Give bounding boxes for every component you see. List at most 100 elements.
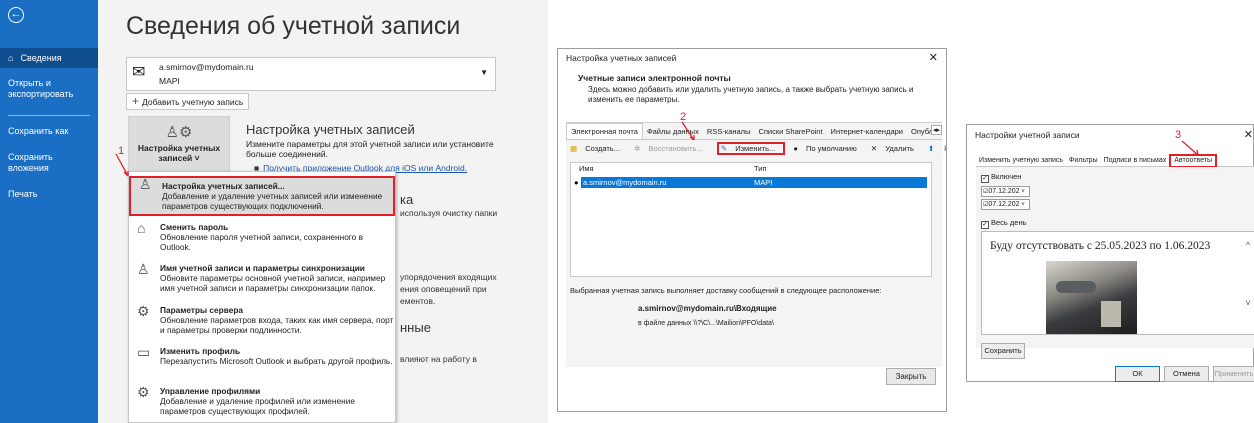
tab-sharepoint[interactable]: Списки SharePoint [754,124,826,139]
tab-internet-calendars[interactable]: Интернет-календари [827,124,907,139]
delivery-path: в файле данных \\?\C\...\Mailion\PFO\dat… [638,320,774,327]
tab-email[interactable]: Электронная почта [566,123,643,139]
enabled-checkbox[interactable]: ✓ Включен [981,172,1021,183]
gear-icon: ⚙ [137,303,150,319]
create-button[interactable]: ▦ Создать... [570,144,626,153]
end-date-picker[interactable]: ☑07.12.202 ˅ [981,199,1030,210]
bg-text-incoming: упорядочения входящих [400,272,497,282]
dialog-title: Настройки учетной записи [975,130,1080,140]
account-type: MAPI [159,76,180,86]
inserted-image [1046,261,1137,334]
nav-item-open-export[interactable]: Открыть и экспортировать [0,78,90,100]
account-settings-dialog: Настройка учетных записей ✕ Учетные запи… [557,48,949,412]
dialog-subheading: Здесь можно добавить или удалить учетную… [588,85,914,104]
bg-text-ka: ка [400,192,414,207]
column-type[interactable]: Тип [754,163,767,175]
auto-reply-editor[interactable]: Буду отсутствовать с 25.05.2023 по 1.06.… [981,231,1254,335]
plus-icon: + [132,94,140,108]
callout-arrow-1 [115,153,129,177]
accounts-list: Имя Тип ● a.smirnov@mydomain.ru MAPI [570,162,932,277]
mail-icon: ✉ [132,64,146,81]
bg-text-elements: ементов. [400,296,436,306]
table-row[interactable]: ● a.smirnov@mydomain.ru MAPI [574,177,927,188]
new-icon: ▦ [570,144,578,153]
apply-button[interactable]: Применить [1213,366,1254,382]
delivery-account: a.smirnov@mydomain.ru\Входящие [638,304,777,313]
chevron-down-icon: ˅ [1019,189,1025,195]
close-icon[interactable]: ✕ [1244,125,1253,145]
tab-signatures[interactable]: Подписи в письмах [1101,155,1170,167]
menu-item-change-profile[interactable]: ▭ Изменить профиль Перезапустить Microso… [129,344,395,366]
account-settings-icon: ♙⚙ [165,124,193,141]
menu-item-manage-profiles[interactable]: ⚙ Управление профилями Добавление и удал… [129,384,395,416]
start-date-picker[interactable]: ☑07.12.202 ˅ [981,186,1030,197]
tab-filters[interactable]: Фильтры [1066,155,1101,167]
back-arrow-icon[interactable]: ← [8,7,24,23]
account-sync-icon: ♙ [137,261,150,277]
close-icon[interactable]: ✕ [929,49,938,67]
menu-item-account-settings[interactable]: ♙ Настройка учетных записей... Добавлени… [129,176,395,216]
settings-section-desc: Измените параметры для этой учетной запи… [246,139,494,159]
menu-item-server-settings[interactable]: ⚙ Параметры сервера Обновление параметро… [129,303,395,335]
dialog-heading: Учетные записи электронной почты [578,73,731,83]
chevron-down-icon: ˅ [1019,202,1025,208]
delete-button[interactable]: ✕ Удалить [871,144,920,153]
dialog-titlebar: Настройка учетных записей ✕ [558,49,946,69]
menu-item-account-sync[interactable]: ♙ Имя учетной записи и параметры синхрон… [129,261,395,293]
single-account-dialog: Настройки учетной записи ✕ 3 Изменить уч… [966,124,1254,382]
page-title: Сведения об учетной записи [126,12,461,40]
default-account-icon: ● [574,178,579,187]
lock-icon: ⌂ [137,220,146,236]
row-account-type: MAPI [754,178,773,187]
edit-icon: ✎ [720,144,728,153]
account-selector[interactable]: ✉ a.smirnov@mydomain.ru MAPI ▼ [126,57,496,91]
all-day-checkbox[interactable]: ✓ Весь день [981,218,1027,229]
nav-item-save-attachments[interactable]: Сохранить вложения [0,152,80,174]
screenshot-root: ← ⌂ Сведения Открыть и экспортировать Со… [0,0,1254,423]
nav-item-print[interactable]: Печать [0,189,98,200]
nav-item-info[interactable]: ⌂ Сведения [0,48,98,68]
auto-reply-message: Буду отсутствовать с 25.05.2023 по 1.06.… [990,240,1211,252]
delivery-label: Выбранная учетная запись выполняет доста… [570,286,882,295]
menu-item-change-password[interactable]: ⌂ Сменить пароль Обновление пароля учетн… [129,220,395,252]
row-account-name: a.smirnov@mydomain.ru [583,178,667,187]
account-settings-menu: ♙ Настройка учетных записей... Добавлени… [128,171,396,423]
tab-edit-account[interactable]: Изменить учетную запись [976,155,1066,167]
checkbox-checked-icon: ✓ [981,221,989,229]
tab-scroll-arrows[interactable]: ◂▸ [930,125,942,135]
dialog-tabs: Электронная почта Файлы данных RSS-каналы С… [566,123,942,140]
check-circle-icon: ● [793,144,798,153]
account-settings-button[interactable]: ♙⚙ Настройка учетных записей ˅ [128,116,230,174]
outlook-backstage: ← ⌂ Сведения Открыть и экспортировать Со… [0,0,548,423]
account-email: a.smirnov@mydomain.ru [159,62,254,72]
chevron-down-icon: ▼ [480,68,488,77]
bg-text-nnye: нные [400,320,431,335]
scroll-down-icon[interactable]: ˅ [1242,298,1254,308]
editor-scrollbar[interactable]: ^ ˅ [1242,232,1254,334]
bg-text-cleanup: используя очистку папки [400,208,498,218]
dialog-tabs: Изменить учетную запись Фильтры Подписи в … [976,154,1254,168]
list-header: Имя Тип [571,163,931,176]
move-down-icon[interactable]: ⬇ [942,144,948,153]
change-button[interactable]: ✎ Изменить... [716,142,786,155]
settings-section-title: Настройка учетных записей [246,122,415,137]
tab-rss[interactable]: RSS-каналы [703,124,755,139]
move-up-icon[interactable]: ⬆ [928,144,934,153]
nav-divider [8,115,90,116]
callout-arrow-3 [1181,140,1199,156]
scroll-up-icon[interactable]: ^ [1242,240,1254,250]
close-button[interactable]: Закрыть [886,368,936,385]
save-button[interactable]: Сохранить [981,343,1025,359]
profile-icon: ▭ [137,344,151,360]
set-default-button[interactable]: ● По умолчанию [793,144,862,153]
manage-profiles-icon: ⚙ [137,384,150,400]
column-name[interactable]: Имя [579,163,594,175]
dialog-toolbar: ▦ Создать... ✲ Восстановить... ✎ Изменит… [570,142,955,155]
dialog-title: Настройка учетных записей [566,53,677,63]
ok-button[interactable]: ОК [1115,366,1160,382]
cancel-button[interactable]: Отмена [1164,366,1209,382]
account-settings-icon: ♙ [139,176,152,192]
home-icon: ⌂ [8,53,14,63]
add-account-button[interactable]: + Добавить учетную запись [126,93,250,110]
nav-item-save-as[interactable]: Сохранить как [0,126,98,137]
